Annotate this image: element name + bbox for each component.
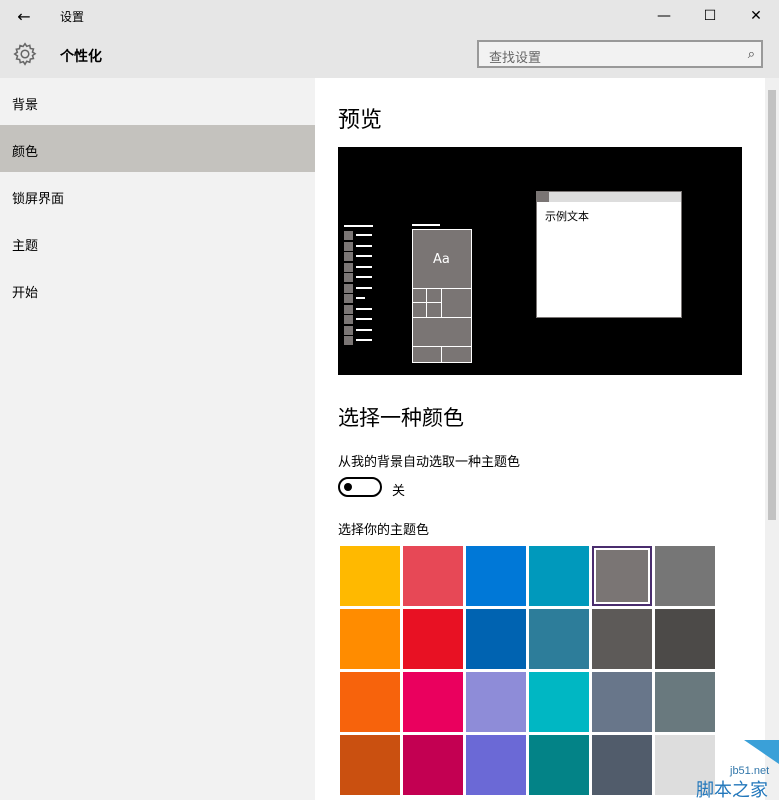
tile-large: Aa	[412, 229, 472, 289]
preview-list-icon	[344, 283, 353, 293]
minimize-button[interactable]: —	[641, 0, 687, 32]
tile-label: Aa	[433, 252, 450, 267]
tile-small	[412, 346, 442, 363]
accent-color-swatch[interactable]	[529, 609, 589, 669]
accent-color-swatch[interactable]	[466, 672, 526, 732]
sidebar-item-start[interactable]: 开始	[0, 266, 315, 313]
preview-list-icon	[344, 325, 353, 335]
accent-color-swatch[interactable]	[655, 609, 715, 669]
tile-small	[412, 302, 427, 318]
toggle-knob	[344, 483, 352, 491]
preview-list-line	[356, 328, 372, 331]
sample-window-text: 示例文本	[545, 210, 589, 223]
accent-color-swatch[interactable]	[655, 546, 715, 606]
sidebar-item-label: 背景	[12, 98, 39, 113]
search-placeholder: 查找设置	[489, 51, 542, 66]
accent-color-swatch[interactable]	[466, 609, 526, 669]
title-bar: ← 设置 — ☐ ✕	[0, 0, 779, 32]
accent-color-swatch[interactable]	[592, 546, 652, 606]
accent-color-swatch[interactable]	[340, 546, 400, 606]
maximize-button[interactable]: ☐	[687, 0, 733, 32]
sidebar-item-label: 锁屏界面	[12, 192, 65, 207]
back-arrow-icon[interactable]: ←	[8, 4, 40, 28]
watermark: jb51.net 脚本之家	[684, 740, 779, 801]
scrollbar-thumb[interactable]	[768, 90, 776, 520]
watermark-site: jb51.net	[729, 765, 769, 777]
accent-color-swatch[interactable]	[529, 672, 589, 732]
preview-list-icon	[344, 241, 353, 251]
preview-list-icon	[344, 273, 353, 282]
sidebar-item-themes[interactable]: 主题	[0, 219, 315, 266]
accent-color-swatch[interactable]	[403, 546, 463, 606]
sample-window-accent	[537, 192, 549, 202]
auto-color-label: 从我的背景自动选取一种主题色	[338, 455, 521, 470]
accent-color-label: 选择你的主题色	[338, 523, 430, 538]
preview-list-line	[356, 339, 372, 341]
accent-color-swatch[interactable]	[340, 735, 400, 795]
tile-small	[441, 346, 472, 363]
preview-list-icon	[344, 315, 353, 324]
accent-color-swatch[interactable]	[529, 546, 589, 606]
preview-list-line	[356, 244, 372, 247]
accent-color-swatch[interactable]	[466, 735, 526, 795]
search-input[interactable]: 查找设置 ⌕	[477, 40, 763, 68]
tiles-preview: Aa	[412, 229, 472, 365]
accent-color-swatch[interactable]	[403, 609, 463, 669]
preview-list-line	[356, 276, 372, 278]
sidebar-item-lockscreen[interactable]: 锁屏界面	[0, 172, 315, 219]
accent-color-swatch[interactable]	[403, 672, 463, 732]
gear-icon	[13, 42, 37, 66]
auto-color-toggle[interactable]	[338, 477, 382, 497]
tile-small	[426, 302, 442, 318]
preview-heading: 预览	[338, 108, 383, 133]
accent-color-swatch[interactable]	[592, 609, 652, 669]
tile-medium	[441, 288, 472, 318]
sidebar-item-background[interactable]: 背景	[0, 78, 315, 125]
accent-color-swatch[interactable]	[529, 735, 589, 795]
preview-list-line	[356, 234, 372, 236]
header: 个性化 查找设置 ⌕	[0, 32, 779, 78]
preview-list-line	[356, 286, 372, 289]
window-title: 设置	[60, 10, 85, 24]
preview-panel: Aa 示例文本	[338, 147, 742, 375]
preview-list-line	[356, 297, 365, 299]
preview-list-line	[356, 255, 372, 257]
tile-small	[412, 288, 427, 303]
preview-list-icon	[344, 262, 353, 272]
preview-list-icon	[344, 252, 353, 261]
preview-list-icon	[344, 294, 353, 303]
sidebar-item-label: 颜色	[12, 145, 39, 160]
sidebar: 背景 颜色 锁屏界面 主题 开始	[0, 78, 315, 800]
accent-color-swatch[interactable]	[340, 672, 400, 732]
preview-line	[344, 225, 373, 227]
watermark-logo: jb51.net 脚本之家	[696, 740, 779, 801]
accent-color-swatch[interactable]	[466, 546, 526, 606]
watermark-name: 脚本之家	[696, 780, 768, 800]
choose-color-heading: 选择一种颜色	[338, 406, 464, 430]
preview-list-line	[356, 318, 372, 320]
accent-color-swatch[interactable]	[592, 672, 652, 732]
sidebar-item-colors[interactable]: 颜色	[0, 125, 315, 172]
preview-list-icon	[344, 231, 353, 240]
preview-line	[412, 224, 440, 226]
preview-list-icon	[344, 336, 353, 345]
scrollbar[interactable]	[765, 78, 779, 800]
preview-list-icon	[344, 304, 353, 314]
preview-list-line	[356, 265, 372, 268]
accent-color-swatch[interactable]	[655, 672, 715, 732]
sidebar-item-label: 开始	[12, 286, 39, 301]
close-button[interactable]: ✕	[733, 0, 779, 32]
tile-wide	[412, 317, 472, 347]
sample-window-titlebar	[537, 192, 681, 202]
search-icon[interactable]: ⌕	[748, 47, 755, 62]
preview-list-line	[356, 307, 372, 310]
accent-color-swatch[interactable]	[403, 735, 463, 795]
toggle-state-label: 关	[392, 484, 406, 499]
sample-window-preview: 示例文本	[536, 191, 682, 318]
tile-small	[426, 288, 442, 303]
sidebar-item-label: 主题	[12, 239, 39, 254]
accent-color-swatch[interactable]	[340, 609, 400, 669]
accent-color-swatch[interactable]	[592, 735, 652, 795]
page-title: 个性化	[60, 49, 102, 65]
